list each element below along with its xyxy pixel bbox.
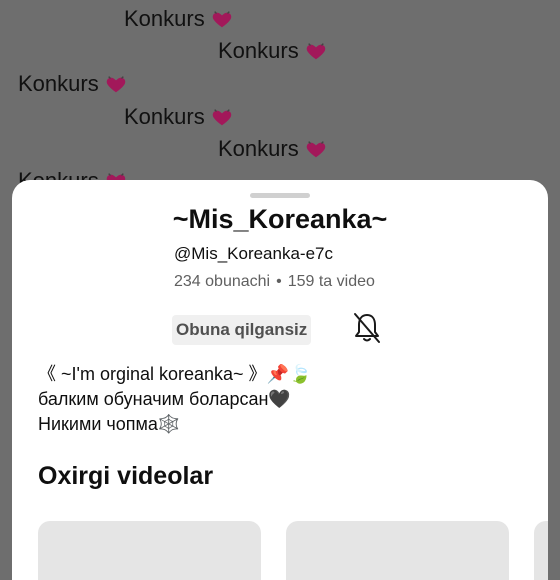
channel-stats: 234 obunachi • 159 ta video: [174, 273, 375, 291]
heart-icon: [305, 138, 327, 160]
channel-description: 《 ~I'm orginal koreanka~ 》📌🍃 балким обун…: [38, 362, 311, 437]
comment-text: Konkurs: [124, 6, 205, 31]
video-count: 159 ta video: [287, 273, 375, 290]
subscribed-button-label: Obuna qilgansiz: [176, 320, 308, 339]
comment-line: Konkurs: [124, 104, 233, 130]
section-title: Oxirgi videolar: [38, 462, 214, 490]
video-thumbnail[interactable]: [38, 521, 261, 580]
comment-line: Konkurs: [218, 136, 327, 162]
heart-icon: [105, 73, 127, 95]
comment-line: Konkurs: [18, 71, 127, 97]
bell-off-icon[interactable]: [352, 311, 382, 345]
description-line: балким обуначим боларсан🖤: [38, 389, 291, 409]
channel-bottom-sheet: ~Mis_Koreanka~ @Mis_Koreanka-e7c 234 obu…: [12, 180, 548, 580]
comment-text: Konkurs: [124, 104, 205, 129]
stats-separator: •: [276, 273, 282, 290]
comment-line: Konkurs: [218, 38, 327, 64]
video-thumbnail[interactable]: [534, 521, 548, 580]
heart-icon: [305, 40, 327, 62]
subscribed-button[interactable]: Obuna qilgansiz: [172, 315, 312, 345]
channel-handle: @Mis_Koreanka-e7c: [174, 244, 333, 263]
description-line: Никими чопма🕸️: [38, 414, 181, 434]
heart-icon: [211, 106, 233, 128]
background-comments: Konkurs Konkurs Konkurs Konkurs Konkurs …: [0, 0, 560, 200]
video-thumbnail[interactable]: [286, 521, 509, 580]
description-line: 《 ~I'm orginal koreanka~ 》📌🍃: [38, 364, 312, 384]
channel-name[interactable]: ~Mis_Koreanka~: [12, 204, 548, 235]
drag-handle[interactable]: [250, 193, 310, 198]
comment-text: Konkurs: [18, 71, 99, 96]
comment-text: Konkurs: [218, 38, 299, 63]
comment-line: Konkurs: [124, 6, 233, 32]
heart-icon: [211, 8, 233, 30]
comment-text: Konkurs: [218, 136, 299, 161]
subscriber-count: 234 obunachi: [174, 273, 271, 290]
